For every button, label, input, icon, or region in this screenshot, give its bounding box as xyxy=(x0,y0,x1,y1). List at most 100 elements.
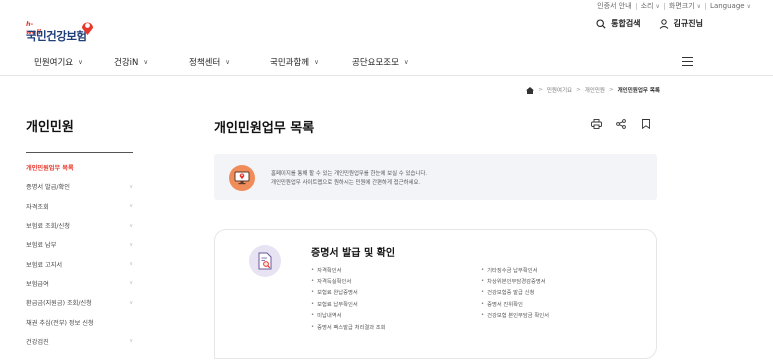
document-search-icon xyxy=(249,245,281,277)
logo-name: 국민건강보험 xyxy=(26,29,87,43)
share-icon xyxy=(616,119,626,129)
sound-dropdown[interactable]: 소리 ∨ xyxy=(637,1,664,11)
gnb-item-together[interactable]: 국민과함께 ∨ xyxy=(270,56,319,68)
page-tools xyxy=(590,118,652,130)
sidebar-item[interactable]: 보험료 납부 ∨ xyxy=(26,235,133,254)
sidebar-item-label: 건강검진 xyxy=(26,338,49,346)
sidebar-item[interactable]: 보험료 고지서 ∨ xyxy=(26,254,133,273)
chevron-down-icon: ∨ xyxy=(403,58,409,66)
main-navigation: 민원여기요 ∨ 건강iN ∨ 정책센터 ∨ 국민과함께 ∨ 공단요모조모 ∨ xyxy=(0,46,773,76)
breadcrumb-current: 개인민원업무 목록 xyxy=(617,88,660,94)
zoom-dropdown[interactable]: 화면크기 ∨ xyxy=(665,1,705,11)
chevron-down-icon: ∨ xyxy=(225,58,231,66)
share-button[interactable] xyxy=(615,118,627,130)
sidebar-item-label: 채권 추심(전부) 정보 신청 xyxy=(26,319,94,327)
sidebar-item-label: 보험료 고지서 xyxy=(26,261,63,269)
card-link-item[interactable]: 증명서 진위확인 xyxy=(481,298,549,309)
card-links-left: 자격확인서자격득실확인서보험료 완납증명서보험료 납부확인서미납내역서증명서 팩… xyxy=(311,264,386,332)
sidebar-item-label: 보험료 납부 xyxy=(26,242,57,250)
gnb-item-policy[interactable]: 정책센터 ∨ xyxy=(189,56,230,68)
chevron-down-icon: ∨ xyxy=(655,2,660,10)
sidebar-item[interactable]: 채권 추심(전부) 정보 신청 xyxy=(26,312,133,331)
certificate-card: 증명서 발급 및 확인 자격확인서자격득실확인서보험료 완납증명서보험료 납부확… xyxy=(214,229,657,359)
card-link-item[interactable]: 미납내역서 xyxy=(311,310,386,321)
card-links-right: 기타징수금 납부확인서차상위본인부담경감증명서건강보험증 발급 신청증명서 진위… xyxy=(481,264,549,321)
card-link-item[interactable]: 자격득실확인서 xyxy=(311,275,386,286)
card-link-item[interactable]: 건강보험증 발급 신청 xyxy=(481,287,549,298)
search-button[interactable]: 통합검색 xyxy=(596,18,641,29)
card-link-item[interactable]: 증명서 팩스발급 처리결과 조회 xyxy=(311,321,385,332)
chevron-down-icon: ∨ xyxy=(129,261,133,268)
page-title: 개인민원업무 목록 xyxy=(214,121,315,136)
print-button[interactable] xyxy=(590,118,602,130)
sidebar-item-label: 자격조회 xyxy=(26,203,49,211)
breadcrumb-item[interactable]: 민원여기요 xyxy=(547,86,572,94)
sidebar-item-label: 보험급여 xyxy=(26,280,49,288)
chevron-down-icon: ∨ xyxy=(746,2,751,10)
sidebar-item-label: 개인민원업무 목록 xyxy=(26,165,74,173)
sidebar-item[interactable]: 개인민원업무 목록 xyxy=(26,158,133,177)
card-link-item[interactable]: 차상위본인부담경감증명서 xyxy=(481,275,549,286)
card-title: 증명서 발급 및 확인 xyxy=(311,248,396,259)
zoom-label: 화면크기 xyxy=(668,2,695,10)
utility-bar: 인증서 안내 소리 ∨ 화면크기 ∨ Language ∨ xyxy=(593,0,755,12)
sidebar-menu: 개인민원업무 목록 증명서 발급/확인 ∨ 자격조회 ∨ 보험료 조회/신청 ∨ 보험료 납부… xyxy=(26,158,133,351)
sidebar-title: 개인민원 xyxy=(26,120,74,135)
user-name: 김규진님 xyxy=(673,19,703,28)
sidebar-item[interactable]: 보험급여 ∨ xyxy=(26,274,133,293)
notice-line: 홈페이지를 통해 할 수 있는 개인민원업무를 한눈에 보실 수 있습니다. xyxy=(271,171,427,177)
home-icon[interactable] xyxy=(526,86,535,94)
breadcrumb: > 민원여기요 > 개인민원 > 개인민원업무 목록 xyxy=(526,86,660,94)
breadcrumb-separator: > xyxy=(608,87,614,93)
user-icon xyxy=(659,18,668,29)
sidebar-item[interactable]: 보험료 조회/신청 ∨ xyxy=(26,216,133,235)
gnb-item-label: 정책센터 xyxy=(189,58,221,68)
cert-guide-link[interactable]: 인증서 안내 xyxy=(593,1,635,11)
card-link-item[interactable]: 자격확인서 xyxy=(311,264,386,275)
sidebar-item[interactable]: 자격조회 ∨ xyxy=(26,197,133,216)
breadcrumb-separator: > xyxy=(538,87,543,93)
breadcrumb-separator: > xyxy=(576,87,581,93)
chevron-down-icon: ∨ xyxy=(143,58,149,66)
card-link-item[interactable]: 보험료 완납증명서 xyxy=(311,287,386,298)
sound-label: 소리 xyxy=(640,2,654,10)
chevron-down-icon: ∨ xyxy=(696,2,702,10)
cert-guide-label: 인증서 안내 xyxy=(597,2,632,10)
chevron-down-icon: ∨ xyxy=(129,299,133,306)
language-dropdown[interactable]: Language ∨ xyxy=(706,2,755,10)
sidebar-item-label: 보험료 조회/신청 xyxy=(26,223,70,231)
search-label: 통합검색 xyxy=(611,19,641,28)
breadcrumb-item[interactable]: 개인민원 xyxy=(585,86,605,94)
card-link-item[interactable]: 건강보험 본인부담금 확인서 xyxy=(481,310,549,321)
sidebar-item[interactable]: 환급금(지원금) 조회/신청 ∨ xyxy=(26,293,133,312)
chevron-down-icon: ∨ xyxy=(129,338,133,345)
gnb-item-label: 민원여기요 xyxy=(34,58,74,68)
sidebar-divider xyxy=(26,152,133,153)
search-icon xyxy=(596,18,606,29)
gnb-item-health[interactable]: 건강iN ∨ xyxy=(114,56,148,68)
chevron-down-icon: ∨ xyxy=(129,241,133,248)
gnb-item-about[interactable]: 공단요모조모 ∨ xyxy=(352,56,409,68)
gnb-item-civil[interactable]: 민원여기요 ∨ xyxy=(34,56,83,68)
chevron-down-icon: ∨ xyxy=(78,58,83,66)
notice-text: 홈페이지를 통해 할 수 있는 개인민원업무를 한눈에 보실 수 있습니다. 개… xyxy=(271,170,427,187)
notice-line: 개인민원업무 사이트맵으로 원하시는 민원에 간편하게 접근하세요. xyxy=(271,179,421,186)
chevron-down-icon: ∨ xyxy=(129,203,133,210)
bookmark-icon xyxy=(642,119,650,129)
sidebar-item[interactable]: 건강검진 ∨ xyxy=(26,332,133,351)
chevron-down-icon: ∨ xyxy=(129,222,133,229)
bookmark-button[interactable] xyxy=(640,118,652,130)
monitor-pin-icon xyxy=(229,165,255,191)
sidebar-item-label: 증명서 발급/확인 xyxy=(26,184,70,192)
chevron-down-icon: ∨ xyxy=(129,280,133,287)
hamburger-menu-icon[interactable] xyxy=(682,57,693,66)
sidebar-item[interactable]: 증명서 발급/확인 ∨ xyxy=(26,177,133,196)
sidebar-item-label: 환급금(지원금) 조회/신청 xyxy=(26,300,92,308)
notice-box: 홈페이지를 통해 할 수 있는 개인민원업무를 한눈에 보실 수 있습니다. 개… xyxy=(214,154,657,200)
language-label: Language xyxy=(710,2,745,10)
print-icon xyxy=(590,119,602,129)
card-link-item[interactable]: 보험료 납부확인서 xyxy=(311,298,386,309)
card-link-item[interactable]: 기타징수금 납부확인서 xyxy=(481,264,549,275)
user-menu[interactable]: 김규진님 xyxy=(659,18,703,29)
header-actions: 통합검색 김규진님 xyxy=(596,18,703,29)
